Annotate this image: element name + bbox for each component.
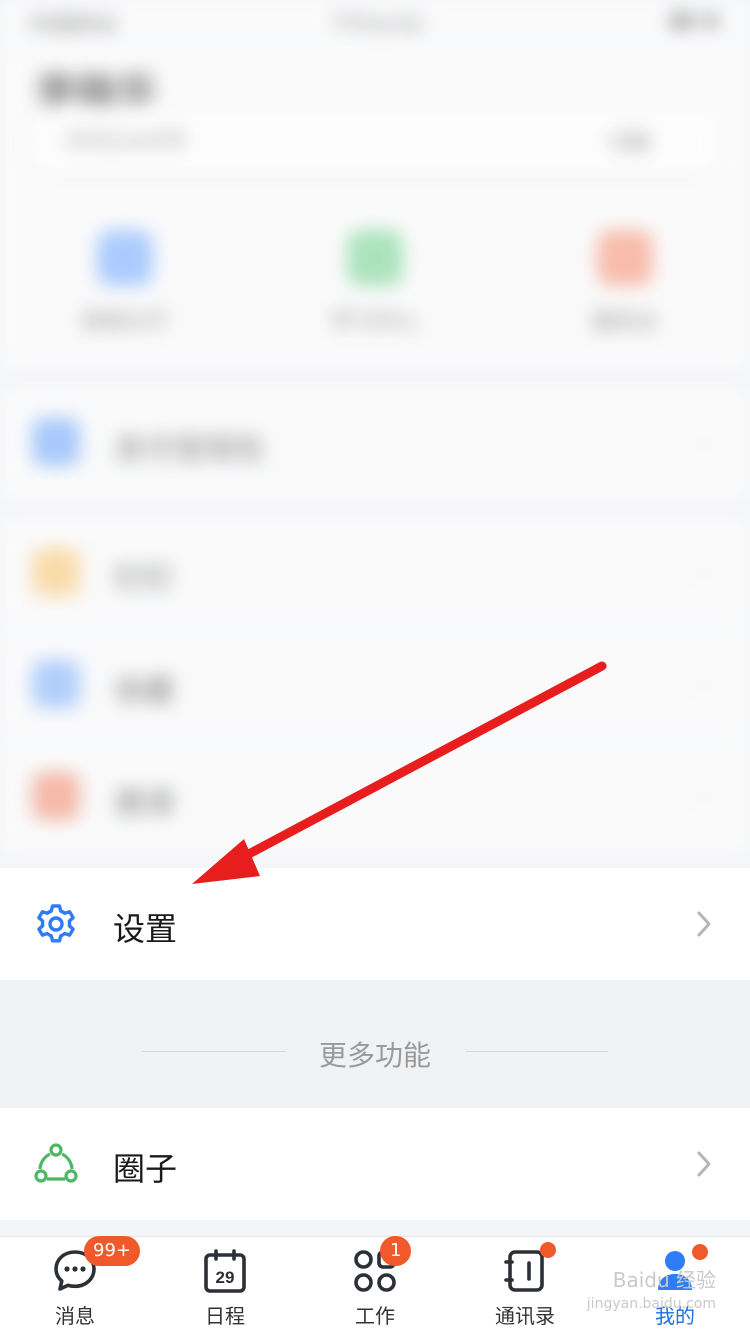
unread-badge: 1 (380, 1236, 412, 1266)
chevron-right-icon: › (698, 668, 710, 701)
watermark-line1: Baidu 经验 (612, 1268, 716, 1292)
quick-action-1[interactable]: 视频大厅 (35, 230, 215, 350)
circle-group-icon (34, 1143, 78, 1183)
calendar-date: 29 (216, 1268, 235, 1287)
tab-work[interactable]: 1 工作 (320, 1236, 430, 1332)
battery-icon: ▮▮ ◉ (669, 8, 720, 33)
circle-label: 圈子 (113, 1150, 178, 1188)
watermark: Baidu 经验 jingyan.baidu.com (587, 1268, 716, 1316)
status-bar: 中国移动 下午4:52 ▮▮ ◉ (0, 0, 750, 40)
chevron-right-icon (697, 1151, 711, 1177)
gear-icon (37, 904, 75, 943)
chevron-right-icon (697, 911, 711, 937)
list-item-label: 邀请 (114, 786, 174, 821)
organization-name: 测试企业名称 (66, 128, 186, 152)
quick-action-label: 学习中心 (330, 310, 419, 335)
watermark-line2: jingyan.baidu.com (586, 1296, 716, 1312)
chevron-right-icon: › (698, 556, 710, 589)
chevron-right-icon: › (698, 780, 710, 813)
settings-row[interactable]: 设置 (0, 868, 750, 980)
tab-contacts[interactable]: 通讯录 (470, 1242, 580, 1332)
tab-label: 工作 (355, 1304, 395, 1328)
quick-action-icon (347, 230, 403, 286)
organization-switch[interactable]: 切换 (610, 126, 650, 155)
list-item-icon (32, 418, 80, 466)
carrier-text: 中国移动 (28, 14, 117, 39)
more-functions-label: 更多功能 (318, 1039, 431, 1072)
list-item-icon (32, 660, 80, 708)
circle-row[interactable]: 圈子 (0, 1108, 750, 1220)
quick-action-icon (597, 230, 653, 286)
list-item[interactable]: 邀请 › (0, 742, 750, 854)
list-item-label: 支付宝钱包 (114, 432, 264, 467)
list-item-icon (32, 548, 80, 596)
tab-label: 日程 (205, 1304, 245, 1328)
unread-badge: 99+ (84, 1236, 140, 1266)
list-item[interactable]: 钉钉 › (0, 518, 750, 630)
chevron-right-icon: › (698, 426, 710, 459)
notification-dot (692, 1244, 708, 1260)
list-item-label: 收藏 (114, 674, 174, 709)
list-item-label: 钉钉 (114, 562, 174, 597)
quick-action-3[interactable]: 服务台 (535, 230, 715, 350)
list-item-icon (32, 772, 80, 820)
tab-label: 消息 (55, 1304, 95, 1328)
tab-messages[interactable]: 99+ 消息 (20, 1236, 140, 1332)
notification-dot (540, 1242, 556, 1258)
calendar-icon: 29 (204, 1249, 246, 1293)
quick-action-icon (97, 230, 153, 286)
quick-action-label: 服务台 (591, 310, 658, 335)
time-text: 下午4:52 (330, 14, 424, 39)
quick-action-2[interactable]: 学习中心 (285, 230, 465, 350)
list-item[interactable]: 收藏 › (0, 630, 750, 742)
tab-label: 通讯录 (495, 1304, 555, 1328)
settings-label: 设置 (113, 910, 178, 948)
tab-schedule[interactable]: 29 日程 (170, 1242, 280, 1332)
list-item[interactable]: 支付宝钱包 › (0, 388, 750, 500)
quick-action-label: 视频大厅 (80, 310, 169, 335)
